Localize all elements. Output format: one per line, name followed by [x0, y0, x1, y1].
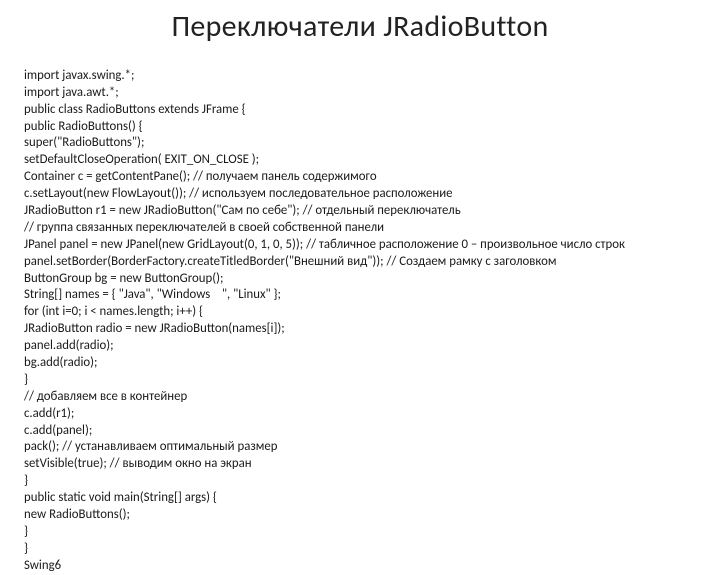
code-line: String[] names = { "Java", "Windows ", "… — [24, 287, 281, 302]
code-line: JPanel panel = new JPanel(new GridLayout… — [24, 237, 625, 252]
code-line: c.add(r1); — [24, 406, 74, 421]
code-line: bg.add(radio); — [24, 355, 97, 370]
slide-title: Переключатели JRadioButton — [24, 8, 696, 45]
code-line: } — [24, 372, 28, 387]
code-line: setDefaultCloseOperation( EXIT_ON_CLOSE … — [24, 152, 259, 167]
code-line: } — [24, 473, 28, 488]
code-line: // добавляем все в контейнер — [24, 389, 187, 404]
code-line: new RadioButtons(); — [24, 507, 130, 522]
code-line: super("RadioButtons"); — [24, 135, 144, 150]
code-line: Swing6 — [24, 558, 61, 573]
code-line: import javax.swing.*; — [24, 68, 134, 83]
code-block: import javax.swing.*; import java.awt.*;… — [24, 51, 696, 575]
code-line: } — [24, 524, 28, 539]
code-line: c.add(panel); — [24, 423, 92, 438]
code-line: ButtonGroup bg = new ButtonGroup(); — [24, 271, 223, 286]
code-line: panel.add(radio); — [24, 338, 114, 353]
code-line: } — [24, 541, 28, 556]
code-line: public class RadioButtons extends JFrame… — [24, 102, 246, 117]
code-line: JRadioButton r1 = new JRadioButton("Сам … — [24, 203, 461, 218]
code-line: JRadioButton radio = new JRadioButton(na… — [24, 321, 285, 336]
code-line: pack(); // устанавливаем оптимальный раз… — [24, 439, 278, 454]
slide: Переключатели JRadioButton import javax.… — [0, 0, 720, 575]
code-line: import java.awt.*; — [24, 85, 119, 100]
code-line: public static void main(String[] args) { — [24, 490, 217, 505]
code-line: setVisible(true); // выводим окно на экр… — [24, 456, 252, 471]
code-line: for (int i=0; i < names.length; i++) { — [24, 304, 203, 319]
code-line: Container c = getContentPane(); // получ… — [24, 169, 377, 184]
code-line: public RadioButtons() { — [24, 119, 143, 134]
code-line: // группа связанных переключателей в сво… — [24, 220, 384, 235]
code-line: c.setLayout(new FlowLayout()); // исполь… — [24, 186, 453, 201]
code-line: panel.setBorder(BorderFactory.createTitl… — [24, 254, 557, 269]
